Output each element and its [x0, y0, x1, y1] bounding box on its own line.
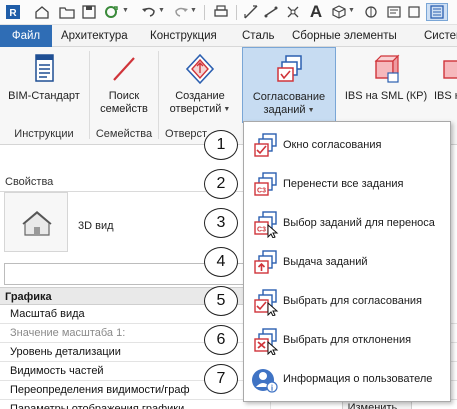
check-cursor-icon — [251, 288, 279, 317]
menu-item-label: Окно согласования — [283, 139, 382, 151]
menu-item-user-info[interactable]: i Информация о пользователе — [244, 360, 450, 399]
detail-icon[interactable] — [385, 3, 403, 21]
tasks-stack-icon — [274, 54, 304, 86]
callout-3: 3 — [204, 208, 238, 238]
menu-item-coordination-window[interactable]: Окно согласования — [244, 126, 450, 165]
family-search-label-1: Поиск — [108, 90, 140, 102]
bim-standard-label: BIM-Стандарт — [8, 90, 80, 102]
group-families: Семейства — [95, 128, 153, 140]
redo-dropdown-icon[interactable]: ▼ — [190, 7, 197, 14]
menu-item-label: Выбор заданий для переноса — [283, 217, 435, 229]
type-name: 3D вид — [78, 220, 114, 232]
menu-item-select-for-approval[interactable]: Выбрать для согласования — [244, 282, 450, 321]
chevron-down-icon: ▼ — [307, 107, 315, 114]
task-coordination-button[interactable]: Согласование заданий ▼ — [242, 47, 336, 123]
check-stack-icon — [251, 132, 279, 160]
bim-standard-button[interactable]: BIM-Стандарт — [2, 47, 86, 125]
annotate-icon[interactable] — [284, 3, 302, 21]
menu-item-transfer-all[interactable]: C3 Перенести все задания — [244, 165, 450, 204]
tab-precast[interactable]: Сборные элементы — [292, 25, 397, 47]
ibs-cube-icon — [371, 53, 401, 85]
section-icon[interactable] — [362, 3, 380, 21]
callout-1: 1 — [204, 130, 238, 160]
family-search-label-2: семейств — [100, 103, 148, 115]
print-icon[interactable] — [212, 3, 230, 21]
save-icon[interactable] — [80, 3, 98, 21]
3d-dropdown-icon[interactable]: ▼ — [348, 7, 355, 14]
open-folder-icon[interactable] — [58, 3, 76, 21]
create-openings-button[interactable]: Создание отверстий ▼ — [161, 47, 239, 125]
create-openings-label-1: Создание — [175, 90, 225, 102]
ibs-partial-button[interactable]: IBS на — [434, 47, 457, 125]
create-openings-label-2: отверстий — [169, 103, 222, 115]
home-icon[interactable] — [33, 3, 51, 21]
svg-text:C3: C3 — [257, 188, 266, 195]
document-icon — [29, 53, 59, 85]
undo-dropdown-icon[interactable]: ▼ — [158, 7, 165, 14]
task-coordination-menu: Окно согласования C3 Перенести все задан… — [243, 121, 451, 402]
menu-item-label: Выбрать для согласования — [283, 295, 423, 307]
ibs-partial-label: IBS на — [434, 90, 457, 102]
prop-name: Уровень детализации — [10, 346, 121, 358]
c3-cursor-icon: C3 — [251, 210, 279, 239]
c3-stack-icon: C3 — [251, 171, 279, 199]
tab-systems[interactable]: Систем — [424, 25, 457, 47]
group-instructions: Инструкции — [14, 128, 74, 140]
menu-item-label: Информация о пользователе — [283, 373, 433, 385]
type-selector-preview[interactable] — [4, 192, 68, 252]
task-coordination-label-1: Согласование — [252, 91, 326, 103]
prop-name: Масштаб вида — [10, 308, 85, 320]
prop-name: Параметры отображения графики — [10, 403, 185, 409]
text-A-icon[interactable]: A — [307, 3, 325, 21]
ibs-sml-kr-label: IBS на SML (КР) — [344, 90, 428, 102]
tab-file[interactable]: Файл — [0, 25, 52, 47]
reject-cursor-icon — [251, 327, 279, 356]
user-info-icon: i — [251, 366, 279, 394]
callout-2: 2 — [204, 169, 238, 199]
menu-item-select-for-rejection[interactable]: Выбрать для отклонения — [244, 321, 450, 360]
sync-icon[interactable] — [102, 3, 120, 21]
menu-item-label: Перенести все задания — [283, 178, 404, 190]
issue-up-icon — [251, 249, 279, 277]
ribbon-tabs: Файл Архитектура Конструкция Сталь Сборн… — [0, 25, 457, 47]
chevron-down-icon: ▼ — [223, 106, 231, 113]
dimension-icon[interactable] — [262, 3, 280, 21]
redo-icon[interactable] — [172, 3, 190, 21]
house-3d-icon — [22, 210, 52, 236]
sync-dropdown-icon[interactable]: ▼ — [122, 7, 129, 14]
opening-icon — [185, 53, 215, 85]
undo-icon[interactable] — [140, 3, 158, 21]
measure-icon[interactable] — [242, 3, 260, 21]
menu-item-issue-tasks[interactable]: Выдача заданий — [244, 243, 450, 282]
callout-4: 4 — [204, 247, 238, 277]
ibs-partial-icon — [439, 53, 457, 85]
tab-structure[interactable]: Конструкция — [150, 25, 217, 47]
task-coordination-label-2: заданий — [263, 104, 306, 116]
menu-item-select-for-transfer[interactable]: C3 Выбор заданий для переноса — [244, 204, 450, 243]
ibs-sml-kr-button[interactable]: IBS на SML (КР) — [340, 47, 432, 125]
tab-architecture[interactable]: Архитектура — [61, 25, 128, 47]
prop-name: Значение масштаба 1: — [10, 327, 126, 339]
quick-access-toolbar: R ▼ ▼ ▼ A ▼ — [0, 0, 457, 25]
thin-lines-icon[interactable] — [426, 3, 448, 21]
revit-home-icon[interactable]: R — [4, 3, 22, 21]
search-line-icon — [109, 53, 139, 85]
callout-7: 7 — [204, 364, 238, 394]
menu-item-label: Выдача заданий — [283, 256, 368, 268]
menu-item-label: Выбрать для отклонения — [283, 334, 412, 346]
family-search-button[interactable]: Поиск семейств — [92, 47, 156, 125]
tab-steel[interactable]: Сталь — [242, 25, 275, 47]
prop-name: Переопределения видимости/граф — [10, 384, 190, 396]
callout-6: 6 — [204, 325, 238, 355]
close-hidden-icon[interactable] — [405, 3, 423, 21]
3d-view-icon[interactable] — [330, 3, 348, 21]
prop-name: Видимость частей — [10, 365, 104, 377]
properties-title: Свойства — [5, 176, 54, 188]
svg-text:C3: C3 — [257, 227, 266, 234]
svg-text:R: R — [9, 8, 17, 19]
callout-5: 5 — [204, 286, 238, 316]
